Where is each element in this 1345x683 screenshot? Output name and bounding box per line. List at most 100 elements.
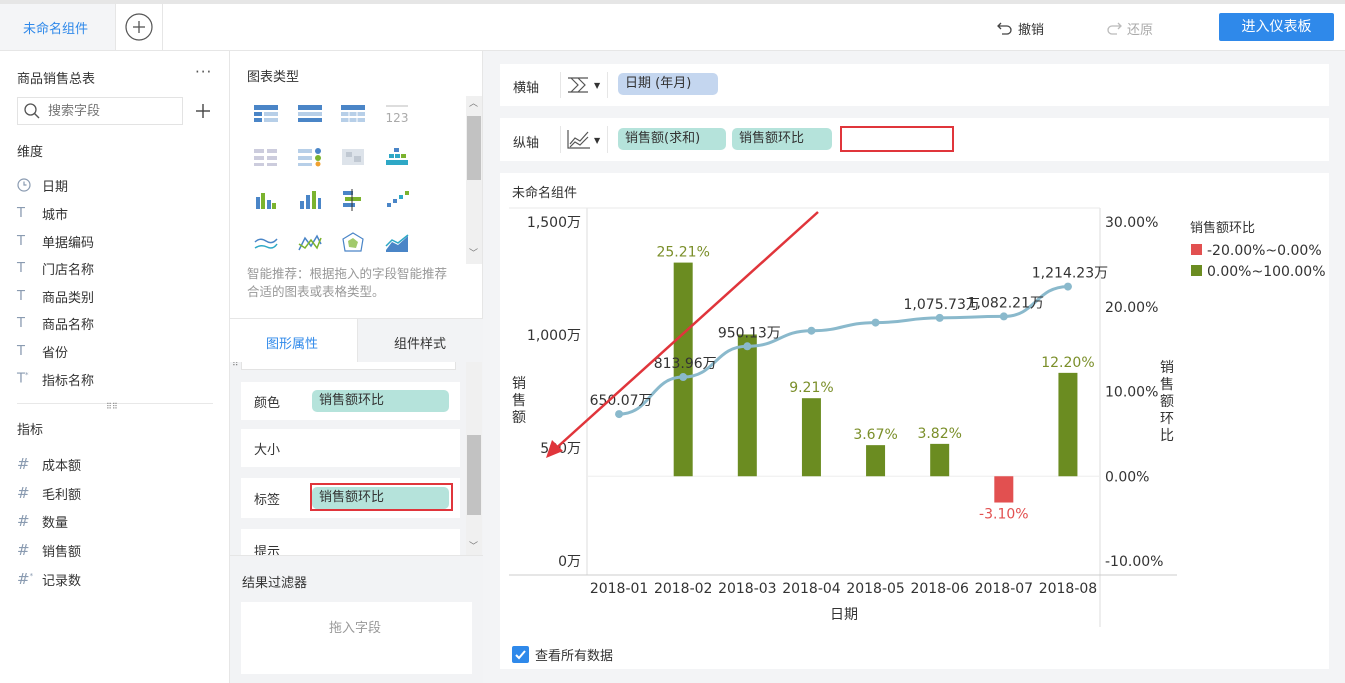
radar-chart-icon[interactable] — [340, 232, 366, 254]
component-tab[interactable]: 未命名组件 — [0, 4, 116, 50]
undo-label: 撤销 — [1018, 22, 1045, 38]
measure-item[interactable]: #* 记录数 — [17, 569, 81, 589]
y-field-pill[interactable]: 销售额(求和) — [618, 128, 726, 150]
scrollbar-thumb[interactable] — [467, 435, 481, 515]
ellipsis-icon[interactable]: ··· — [195, 63, 212, 81]
hash-icon: # — [17, 484, 30, 502]
waterfall-icon[interactable] — [384, 189, 410, 211]
y-axis-shelf: 纵轴 ▼ 销售额(求和) 销售额环比 — [500, 118, 1329, 161]
prop-row-label[interactable]: 标签 销售额环比 — [241, 478, 460, 518]
table-name: 商品销售总表 — [17, 72, 96, 87]
dimension-label: 日期 — [42, 179, 69, 195]
drag-handle-icon[interactable]: ⠿⠿ — [106, 403, 118, 411]
x-axis-shelf: 横轴 ▼ 日期 (年月) — [500, 64, 1329, 106]
dimension-label: 商品名称 — [42, 317, 95, 333]
filter-section: 结果过滤器 拖入字段 — [230, 555, 483, 683]
prop-row-size[interactable]: 大小 — [241, 429, 460, 467]
dimension-item[interactable]: T 省份 — [17, 341, 68, 361]
view-all-data-toggle[interactable]: 查看所有数据 — [512, 644, 613, 664]
scrollbar-thumb[interactable] — [467, 116, 481, 180]
y-field-pill[interactable]: 销售额环比 — [732, 128, 832, 150]
search-input[interactable] — [48, 101, 178, 121]
filter-drop-zone[interactable]: 拖入字段 — [241, 602, 472, 674]
text-T-icon: T — [17, 343, 25, 359]
horizontal-bar-icon[interactable] — [340, 189, 366, 211]
histogram-icon[interactable] — [384, 146, 410, 168]
drag-handle-icon[interactable]: ⠿ — [232, 362, 239, 369]
search-field-box[interactable] — [17, 97, 183, 125]
dimension-item[interactable]: T 商品类别 — [17, 286, 94, 306]
line-chart-icon[interactable] — [253, 232, 279, 254]
tab-component-style[interactable]: 组件样式 — [357, 318, 483, 362]
text-T-star-icon: T* — [17, 371, 29, 387]
redo-label: 还原 — [1127, 22, 1154, 38]
chevron-down-icon: ▼ — [594, 136, 601, 145]
undo-icon — [997, 22, 1012, 35]
dimension-item[interactable]: T* 指标名称 — [17, 369, 94, 389]
prop-label-label: 标签 — [254, 493, 281, 508]
axis-type-icon — [568, 77, 588, 93]
dimension-item[interactable]: 日期 — [17, 175, 68, 195]
prop-row-color[interactable]: 颜色 销售额环比 — [241, 382, 460, 420]
scroll-down-icon[interactable]: ﹀ — [469, 539, 478, 552]
x-axis-label: 横轴 — [513, 81, 540, 96]
area-chart-icon[interactable] — [384, 232, 410, 254]
props-scrollbar[interactable]: ﹀ — [466, 362, 482, 555]
dimension-item[interactable]: T 单据编码 — [17, 231, 94, 251]
add-component-button[interactable] — [117, 4, 163, 50]
dimension-item[interactable]: T 门店名称 — [17, 258, 94, 278]
bar-chart-icon[interactable] — [297, 189, 323, 211]
text-T-icon: T — [17, 233, 25, 249]
prop-label-tooltip: 提示 — [254, 545, 281, 555]
chart-type-scrollbar[interactable]: ︿ ﹀ — [466, 96, 482, 264]
svg-text:123: 123 — [386, 111, 409, 125]
color-field-pill[interactable]: 销售额环比 — [312, 390, 449, 412]
tab-graph-props[interactable]: 图形属性 — [230, 318, 357, 362]
redo-icon — [1107, 22, 1122, 35]
y-axis-type-dropdown[interactable]: ▼ — [560, 126, 608, 153]
component-tab-label: 未命名组件 — [23, 22, 89, 37]
text-T-icon: T — [17, 260, 25, 276]
combo-chart-icon — [567, 130, 590, 149]
measure-item[interactable]: # 成本额 — [17, 454, 81, 474]
polyline-icon[interactable] — [297, 232, 323, 254]
gauge-table-icon[interactable] — [253, 146, 279, 168]
kpi-card-icon[interactable] — [297, 146, 323, 168]
prop-row-tooltip[interactable]: 提示 — [241, 529, 460, 555]
scroll-down-icon[interactable]: ﹀ — [469, 246, 478, 259]
measure-item[interactable]: # 毛利额 — [17, 483, 81, 503]
cross-table-icon[interactable] — [297, 103, 323, 125]
x-field-pill[interactable]: 日期 (年月) — [618, 73, 718, 95]
table-icon[interactable] — [253, 103, 279, 125]
checkbox-checked-icon[interactable] — [512, 645, 529, 663]
text-T-icon: T — [17, 288, 25, 304]
prop-label-color: 颜色 — [254, 396, 281, 411]
detail-table-icon[interactable] — [340, 103, 366, 125]
redo-button[interactable]: 还原 — [1105, 18, 1153, 38]
measure-item[interactable]: # 销售额 — [17, 540, 81, 560]
measure-item[interactable]: # 数量 — [17, 511, 68, 531]
hash-icon: # — [17, 541, 30, 559]
dimension-label: 单据编码 — [42, 235, 95, 251]
scroll-up-icon[interactable]: ︿ — [469, 96, 478, 109]
dimension-label: 省份 — [42, 345, 69, 361]
number-kpi-icon[interactable]: 123 — [384, 103, 410, 125]
dimension-item[interactable]: T 商品名称 — [17, 313, 94, 333]
x-axis-type-dropdown[interactable]: ▼ — [560, 72, 608, 98]
dimension-item[interactable]: T 城市 — [17, 203, 68, 223]
add-field-icon[interactable] — [195, 103, 211, 119]
chart-panel: 未命名组件 查看所有数据 — [500, 173, 1329, 669]
chart-type-grid: 123 — [247, 95, 465, 263]
heatmap-icon[interactable] — [340, 146, 366, 168]
grouped-bar-icon[interactable] — [253, 189, 279, 211]
dimension-title: 维度 — [17, 145, 44, 160]
top-bar: 未命名组件 撤销 还原 进入仪表板 — [0, 0, 1345, 51]
dimension-label: 商品类别 — [42, 290, 95, 306]
hash-star-icon: #* — [17, 570, 34, 588]
undo-button[interactable]: 撤销 — [996, 18, 1044, 38]
dimension-label: 城市 — [42, 207, 69, 223]
y-axis-label: 纵轴 — [513, 136, 540, 151]
enter-dashboard-button[interactable]: 进入仪表板 — [1219, 13, 1334, 41]
prop-label-size: 大小 — [254, 443, 281, 458]
measure-title: 指标 — [17, 423, 44, 438]
